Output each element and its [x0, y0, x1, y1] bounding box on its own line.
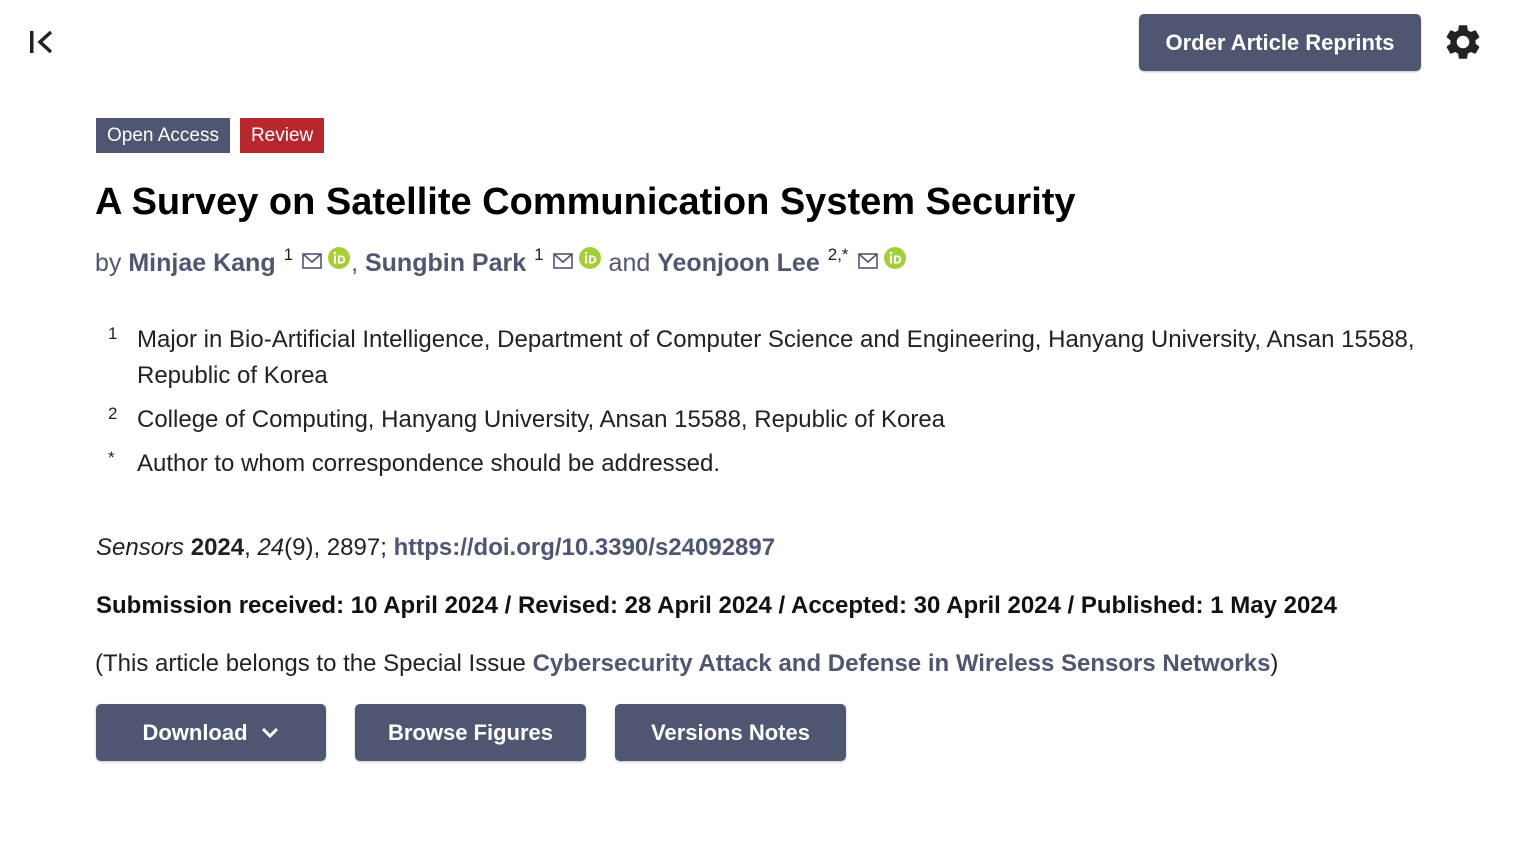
author-affiliation-ref: 2,*	[827, 244, 849, 264]
affiliation-item: * Author to whom correspondence should b…	[104, 446, 1424, 482]
author-list: by Minjae Kang 1 , Sungbin Park 1 and Ye…	[95, 245, 907, 278]
orcid-icon[interactable]	[883, 246, 907, 270]
article-title: A Survey on Satellite Communication Syst…	[95, 181, 1076, 223]
author-name[interactable]: Sungbin Park	[365, 249, 526, 278]
author-affiliation-ref: 1	[534, 244, 544, 264]
browse-figures-button[interactable]: Browse Figures	[355, 704, 586, 761]
special-issue-suffix: )	[1270, 650, 1279, 677]
citation-volume: 24	[257, 534, 285, 561]
email-icon[interactable]	[302, 252, 322, 269]
affiliation-number: 1	[108, 324, 118, 343]
affiliation-number: 2	[108, 404, 118, 423]
affiliation-list: 1 Major in Bio-Artificial Intelligence, …	[104, 322, 1424, 490]
correspondence-note: Author to whom correspondence should be …	[137, 450, 721, 477]
special-issue-link[interactable]: Cybersecurity Attack and Defense in Wire…	[533, 650, 1271, 677]
orcid-icon[interactable]	[327, 246, 351, 270]
orcid-icon[interactable]	[578, 246, 602, 270]
author-name[interactable]: Minjae Kang	[128, 249, 275, 278]
citation-article-number: , 2897;	[313, 534, 394, 561]
author-and: and	[608, 249, 651, 277]
citation-line: Sensors 2024, 24(9), 2897; https://doi.o…	[96, 534, 776, 561]
affiliation-text: Major in Bio-Artificial Intelligence, De…	[137, 326, 1415, 389]
review-badge[interactable]: Review	[239, 118, 325, 153]
special-issue-prefix: (This article belongs to the Special Iss…	[95, 650, 533, 677]
special-issue-line: (This article belongs to the Special Iss…	[95, 650, 1278, 678]
download-label: Download	[142, 719, 248, 745]
by-label: by	[95, 249, 122, 277]
collapse-left-icon	[27, 28, 57, 61]
article-badges: Open Access Review	[96, 118, 325, 153]
citation-year: 2024	[190, 534, 245, 561]
article-actions: Download Browse Figures Versions Notes	[96, 704, 846, 761]
doi-link[interactable]: https://doi.org/10.3390/s24092897	[394, 534, 776, 561]
publication-dates: Submission received: 10 April 2024 / Rev…	[96, 592, 1337, 619]
author-name[interactable]: Yeonjoon Lee	[657, 249, 820, 278]
versions-notes-button[interactable]: Versions Notes	[615, 704, 846, 761]
author-affiliation-ref: 1	[283, 244, 294, 264]
journal-name: Sensors	[96, 534, 185, 561]
email-icon[interactable]	[552, 252, 573, 269]
email-icon[interactable]	[857, 252, 878, 269]
download-button[interactable]: Download	[96, 704, 326, 761]
citation-issue: (9)	[284, 534, 314, 561]
affiliation-number: *	[108, 448, 115, 467]
author-separator: ,	[351, 249, 359, 277]
order-reprints-button[interactable]: Order Article Reprints	[1139, 14, 1421, 71]
affiliation-item: 1 Major in Bio-Artificial Intelligence, …	[104, 322, 1424, 394]
collapse-sidebar-button[interactable]	[26, 28, 58, 60]
gear-icon	[1442, 21, 1484, 68]
affiliation-text: College of Computing, Hanyang University…	[137, 406, 946, 433]
chevron-down-icon	[260, 726, 280, 740]
open-access-badge[interactable]: Open Access	[96, 118, 230, 153]
settings-button[interactable]	[1441, 22, 1485, 66]
affiliation-item: 2 College of Computing, Hanyang Universi…	[104, 402, 1424, 438]
